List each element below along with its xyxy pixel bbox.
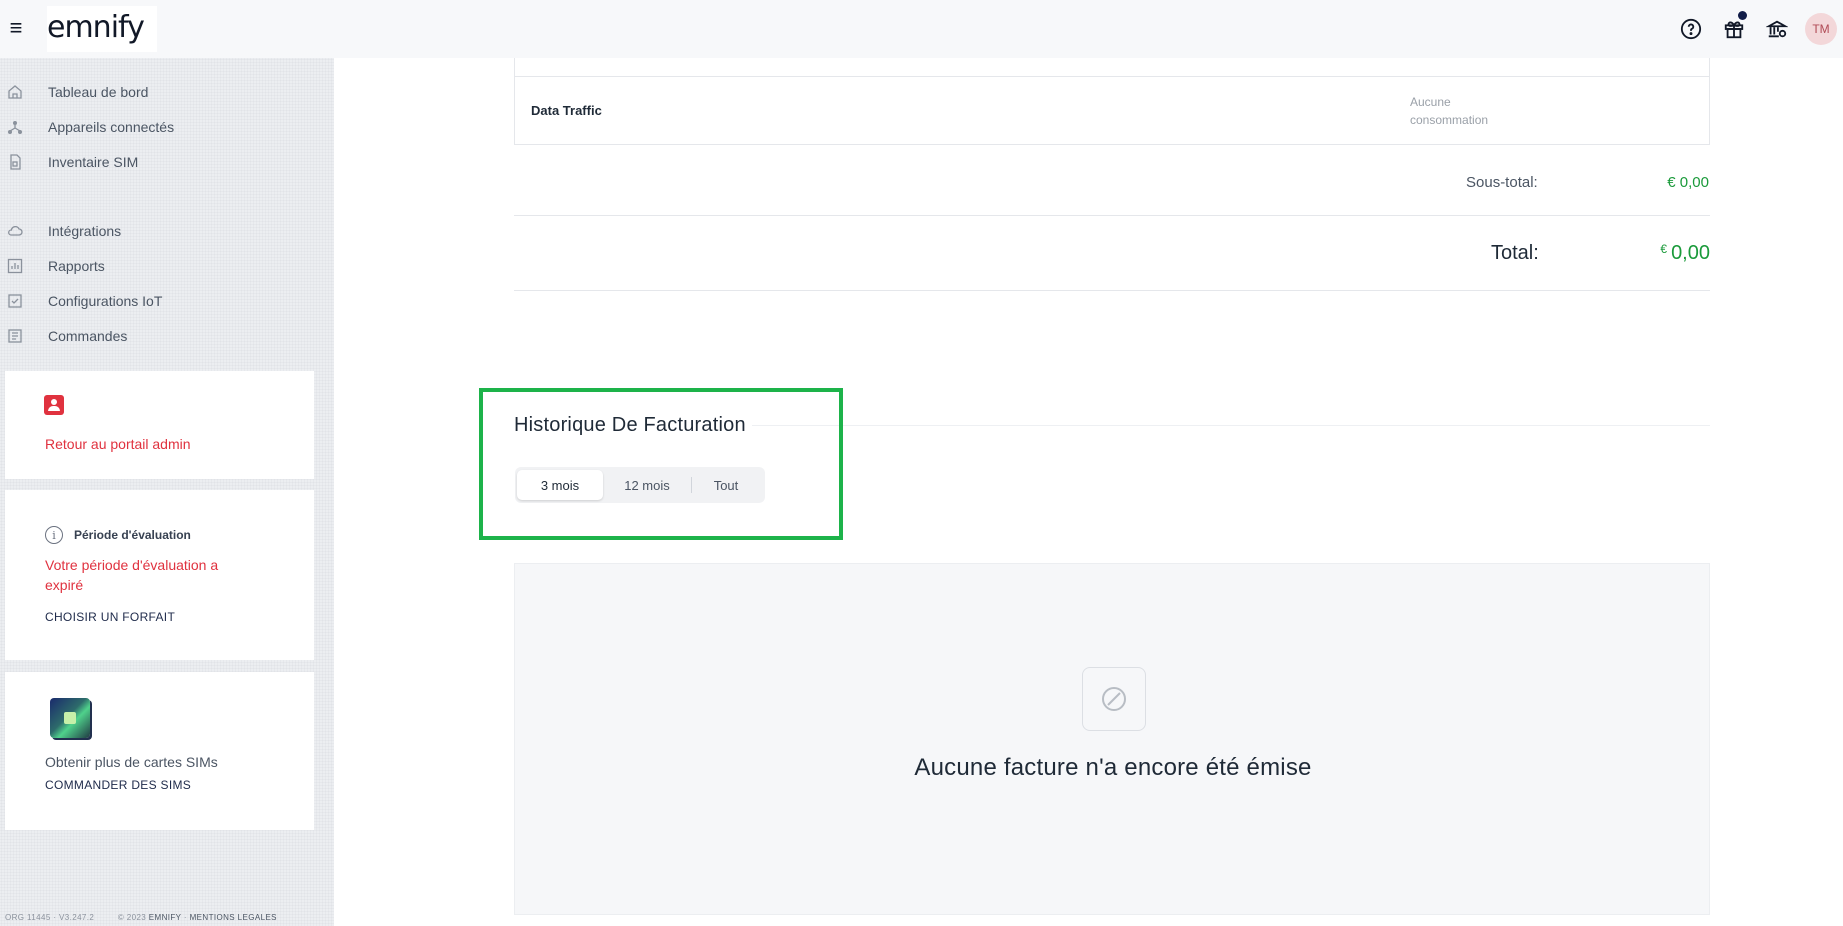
sims-text: Obtenir plus de cartes SIMs <box>45 754 218 770</box>
highlight-box <box>479 388 843 540</box>
top-actions: TM <box>1676 11 1843 45</box>
usage-name: Data Traffic <box>531 103 602 118</box>
row-divider <box>514 290 1710 291</box>
usage-table: Data Traffic Aucune consommation <box>514 58 1710 145</box>
sidebar-item-devices[interactable]: Appareils connectés <box>0 115 300 139</box>
table-divider <box>515 76 1709 77</box>
devices-icon <box>7 119 23 135</box>
menu-icon[interactable]: ≡ <box>6 16 26 40</box>
checklist-icon <box>7 293 23 309</box>
sims-card: Obtenir plus de cartes SIMs COMMANDER DE… <box>5 672 314 830</box>
home-icon <box>7 84 23 100</box>
org-version: ORG 11445 · V3.247.2 <box>5 913 95 922</box>
sidebar-item-integrations[interactable]: Intégrations <box>0 219 300 243</box>
total-label: Total: <box>1491 242 1539 264</box>
sidebar-item-label: Commandes <box>48 328 128 344</box>
sidebar-footer: ORG 11445 · V3.247.2 © 2023 EMNIFY · MEN… <box>5 913 277 922</box>
top-bar: ≡ emnify TM <box>0 0 1843 58</box>
gift-icon[interactable] <box>1719 11 1749 44</box>
main-content: Data Traffic Aucune consommation Sous-to… <box>334 58 1843 926</box>
company-link[interactable]: EMNIFY <box>149 913 181 922</box>
sidebar-item-sim-inventory[interactable]: Inventaire SIM <box>0 150 300 174</box>
total-currency: € <box>1660 242 1668 256</box>
sidebar-item-label: Appareils connectés <box>48 119 175 135</box>
sidebar-item-reports[interactable]: Rapports <box>0 254 300 278</box>
evaluation-card: i Période d'évaluation Votre période d'é… <box>5 490 314 660</box>
total-value: €0,00 <box>1634 242 1710 265</box>
sidebar-item-orders[interactable]: Commandes <box>0 324 300 348</box>
footer-separator: · <box>183 913 187 922</box>
choose-plan-button[interactable]: CHOISIR UN FORFAIT <box>45 610 175 624</box>
usage-value: Aucune consommation <box>1410 95 1489 127</box>
avatar[interactable]: TM <box>1805 13 1837 45</box>
copyright: © 2023 <box>117 913 147 922</box>
info-icon: i <box>45 526 63 544</box>
sidebar-item-label: Intégrations <box>48 223 122 239</box>
sidebar-item-iot-config[interactable]: Configurations IoT <box>0 289 300 313</box>
subtotal-label: Sous-total: <box>1466 174 1538 191</box>
subtotal-value: € 0,00 <box>1667 174 1709 191</box>
sidebar-item-label: Configurations IoT <box>48 293 163 309</box>
admin-card: Retour au portail admin <box>5 371 314 479</box>
orders-icon <box>7 328 23 344</box>
evaluation-message: Votre période d'évaluation a expiré <box>45 557 219 593</box>
sidebar-item-label: Inventaire SIM <box>48 154 139 170</box>
admin-user-icon <box>44 395 64 415</box>
sim-icon <box>7 154 23 170</box>
empty-message: Aucune facture n'a encore été émise <box>914 754 1312 781</box>
cloud-icon <box>7 223 23 239</box>
no-results-icon <box>1082 667 1146 731</box>
chart-icon <box>7 258 23 274</box>
logo[interactable]: emnify <box>47 6 157 52</box>
sidebar-item-label: Tableau de bord <box>48 84 149 100</box>
admin-portal-link[interactable]: Retour au portail admin <box>45 436 191 452</box>
row-divider <box>514 215 1710 216</box>
sidebar-item-label: Rapports <box>48 258 105 274</box>
legal-link[interactable]: MENTIONS LEGALES <box>190 913 277 922</box>
sidebar-item-dashboard[interactable]: Tableau de bord <box>0 80 300 104</box>
bank-icon[interactable] <box>1762 14 1792 44</box>
notification-dot <box>1738 11 1747 20</box>
help-icon[interactable] <box>1676 14 1706 44</box>
sim-cards-image <box>50 698 90 738</box>
total-amount: 0,00 <box>1671 242 1710 264</box>
evaluation-title: Période d'évaluation <box>74 528 191 542</box>
evaluation-header: i Période d'évaluation <box>45 526 191 544</box>
order-sims-button[interactable]: COMMANDER DES SIMS <box>45 778 191 792</box>
empty-state: Aucune facture n'a encore été émise <box>514 563 1710 915</box>
